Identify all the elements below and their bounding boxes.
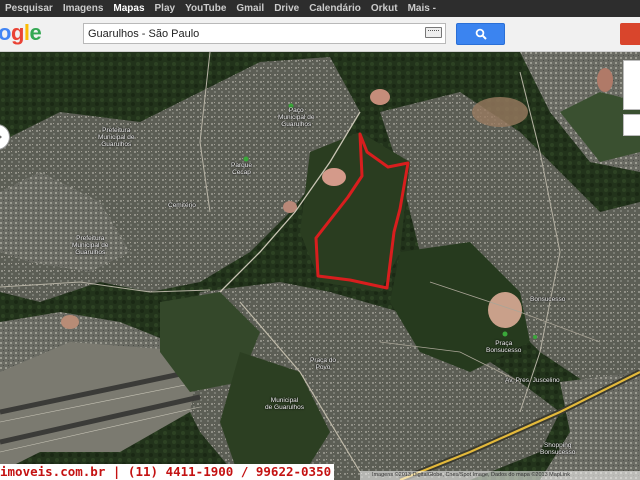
topbar-link-9[interactable]: Mais - [403, 3, 441, 14]
keyboard-icon[interactable] [425, 27, 442, 38]
topbar-link-7[interactable]: Calendário [304, 3, 366, 14]
watermark-footer: imoveis.com.br | (11) 4411-1900 / 99622-… [0, 464, 335, 480]
topbar-link-4[interactable]: YouTube [180, 3, 231, 14]
google-logo[interactable]: ogle [0, 20, 42, 45]
sign-in-button[interactable] [620, 23, 640, 45]
map-label: Shopping Bonsucesso [540, 442, 576, 456]
map-label: Bonsucesso [530, 296, 566, 303]
topbar-link-0[interactable]: Pesquisar [0, 3, 58, 14]
satellite-image [0, 52, 640, 480]
search-input[interactable] [83, 23, 446, 44]
map-label: Prefeitura Municipal de Guarulhos [72, 235, 109, 256]
map-option-button[interactable] [623, 114, 640, 136]
map-label: Municipal de Guarulhos [265, 397, 305, 411]
maps-search-bar: ogle [0, 17, 640, 52]
google-top-bar: Pesquisar Imagens Mapas Play YouTube Gmail Dri… [0, 0, 640, 17]
satellite-map[interactable]: Prefeitura Municipal de Guarulhos Paço M… [0, 52, 640, 480]
map-label: Av. Pres. Juscelino [505, 377, 560, 384]
search-icon [475, 28, 487, 40]
topbar-link-5[interactable]: Gmail [231, 3, 269, 14]
map-label: Prefeitura Municipal de Guarulhos [98, 127, 135, 148]
map-label: Parque Cecap [231, 162, 252, 176]
map-label: Paço Municipal de Guarulhos [278, 107, 315, 128]
logo-letter: g [10, 20, 24, 45]
map-label: Cemitério [168, 202, 196, 209]
map-label: Praça do Povo [310, 357, 337, 371]
topbar-link-8[interactable]: Orkut [366, 3, 403, 14]
topbar-link-2[interactable]: Mapas [108, 3, 149, 14]
map-label: Praça Bonsucesso [486, 340, 522, 354]
map-type-panel[interactable] [623, 60, 640, 110]
topbar-link-6[interactable]: Drive [269, 3, 304, 14]
map-attribution: Imagens ©2013 DigitalGlobe, Cnes/Spot Im… [360, 471, 640, 480]
search-button[interactable] [456, 23, 505, 45]
logo-letter: e [29, 20, 42, 45]
topbar-link-1[interactable]: Imagens [58, 3, 109, 14]
logo-letter: o [0, 20, 11, 45]
topbar-link-3[interactable]: Play [150, 3, 181, 14]
